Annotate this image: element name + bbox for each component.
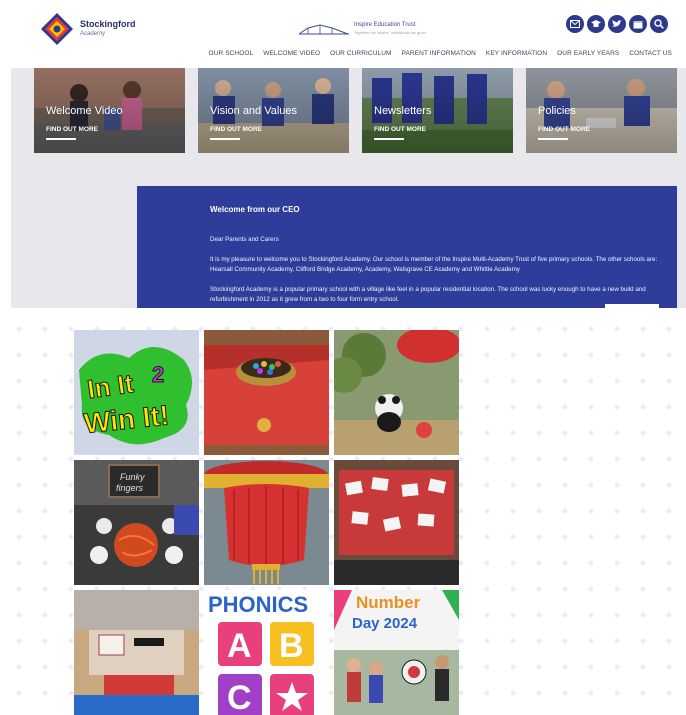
svg-text:B: B [279,627,304,665]
trust-name: Inspire Education Trust [354,22,416,28]
tile-welcome-video[interactable]: Welcome Video FIND OUT MORE [34,68,185,153]
ceo-heading: Welcome from our CEO [210,205,300,214]
number-cards-photo [334,460,459,585]
ceo-salutation: Dear Parents and Carers [210,236,279,243]
nav-parent-information[interactable]: PARENT INFORMATION [402,50,476,57]
school-logo[interactable]: Stockingford Academy [40,12,136,46]
twitter-icon[interactable] [608,15,626,33]
tile-underline [210,138,240,140]
school-crest-icon [41,13,73,45]
ceo-welcome-panel: Welcome from our CEO Dear Parents and Ca… [137,186,677,308]
nav-welcome-video[interactable]: WELCOME VIDEO [263,50,320,57]
tile-underline [46,138,76,140]
svg-text:Number: Number [356,593,421,612]
nav-our-curriculum[interactable]: OUR CURRICULUM [330,50,391,57]
panda-lantern-photo [334,330,459,455]
search-icon[interactable] [650,15,668,33]
gallery-post-8[interactable]: PHONICS A B C [204,590,329,715]
email-icon[interactable] [566,15,584,33]
svg-text:Funky: Funky [120,472,145,482]
funky-fingers-photo: Funky fingers [74,460,199,585]
trust-tagline: Together we inspire, individuals we grow [354,30,426,35]
social-gallery: In It 2 Win It! Funky fingers PHONICS A … [74,330,460,715]
ceo-paragraph-1: It is my pleasure to welcome you to Stoc… [210,256,658,273]
bridge-icon [298,24,349,35]
svg-text:2: 2 [152,362,164,387]
gallery-post-5[interactable] [204,460,329,585]
ceo-paragraph-2: Stockingford Academy is a popular primar… [210,286,646,303]
find-out-more-link[interactable]: FIND OUT MORE [46,126,98,133]
gallery-post-1[interactable]: In It 2 Win It! [74,330,199,455]
phonics-abc-photo: PHONICS A B C [204,590,329,715]
gallery-post-7[interactable] [74,590,199,715]
role-play-table-photo [74,590,199,715]
tile-title: Vision and Values [210,105,298,117]
red-lantern-photo [204,460,329,585]
tile-title: Policies [538,105,576,117]
logo-subtitle: Academy [80,31,106,37]
nav-key-information[interactable]: KEY INFORMATION [486,50,547,57]
graduation-cap-icon[interactable] [587,15,605,33]
tile-underline [538,138,568,140]
number-day-2024-photo: Number Day 2024 [334,590,459,715]
gallery-post-2[interactable] [204,330,329,455]
find-out-more-link[interactable]: FIND OUT MORE [538,126,590,133]
svg-text:A: A [227,627,252,665]
svg-text:Day 2024: Day 2024 [352,615,418,632]
tile-title: Newsletters [374,105,432,117]
tile-title: Welcome Video [46,105,123,117]
nav-our-early-years[interactable]: OUR EARLY YEARS [557,50,619,57]
read-more-button[interactable] [605,304,659,308]
calendar-icon[interactable] [629,15,647,33]
svg-text:PHONICS: PHONICS [208,592,308,617]
trust-logo[interactable]: Inspire Education Trust Together we insp… [298,22,426,36]
in-it-2-win-it-photo: In It 2 Win It! [74,330,199,455]
main-nav: OUR SCHOOL WELCOME VIDEO OUR CURRICULUM … [209,50,672,57]
tile-vision-and-values[interactable]: Vision and Values FIND OUT MORE [198,68,349,153]
gallery-post-9[interactable]: Number Day 2024 [334,590,459,715]
nav-our-school[interactable]: OUR SCHOOL [209,50,254,57]
nav-contact-us[interactable]: CONTACT US [629,50,672,57]
header-icons [566,15,668,33]
find-out-more-link[interactable]: FIND OUT MORE [210,126,262,133]
gallery-post-4[interactable]: Funky fingers [74,460,199,585]
tile-underline [374,138,404,140]
tile-newsletters[interactable]: Newsletters FIND OUT MORE [362,68,513,153]
logo-name: Stockingford [80,19,136,29]
site-header: Stockingford Academy Inspire Education T… [0,0,686,68]
svg-text:fingers: fingers [116,483,144,493]
gallery-post-3[interactable] [334,330,459,455]
counting-bowl-photo [204,330,329,455]
gallery-post-6[interactable] [334,460,459,585]
tile-policies[interactable]: Policies FIND OUT MORE [526,68,677,153]
svg-text:C: C [227,679,252,715]
svg-text:In It: In It [85,368,135,404]
find-out-more-link[interactable]: FIND OUT MORE [374,126,426,133]
